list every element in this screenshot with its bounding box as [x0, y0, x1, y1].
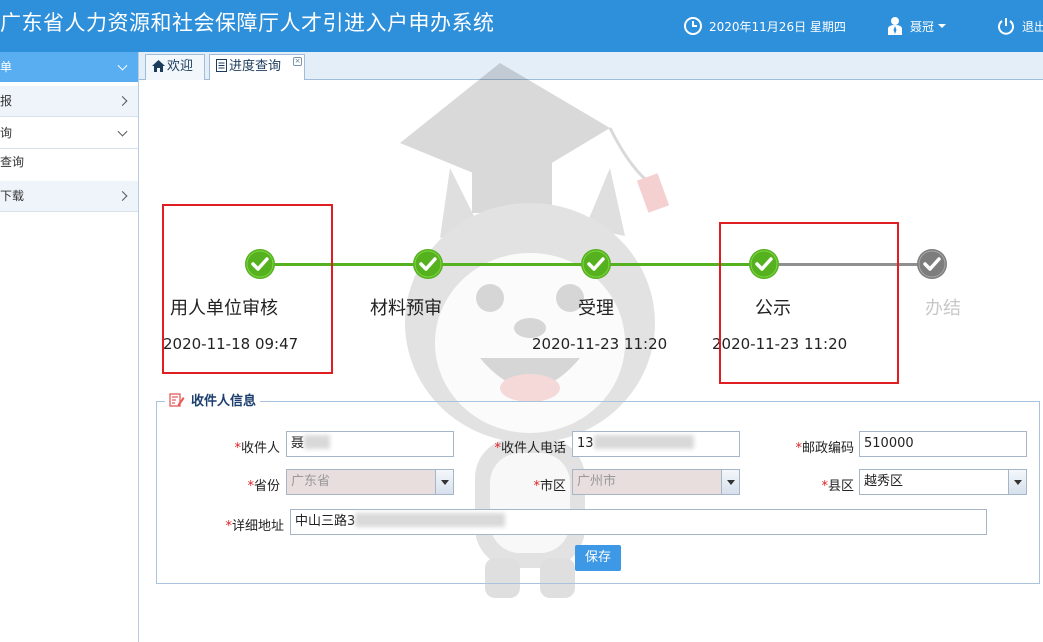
- step-label: 办结: [925, 298, 961, 319]
- app-title: 广东省人力资源和社会保障厅人才引进入户申办系统: [0, 11, 495, 35]
- datetime-text: 2020年11月26日 星期四: [709, 19, 846, 34]
- chevron-right-icon: [117, 96, 128, 106]
- highlight-box: [719, 222, 899, 384]
- chevron-down-icon: [117, 60, 128, 71]
- district-label: *县区: [821, 479, 854, 494]
- city-select[interactable]: 广州市: [572, 469, 740, 495]
- step-label: 受理: [578, 298, 614, 319]
- home-icon: [152, 60, 165, 72]
- highlight-box: [162, 204, 333, 374]
- province-select[interactable]: 广东省: [286, 469, 454, 495]
- logout-label: 退出: [1022, 19, 1043, 34]
- province-label: *省份: [247, 479, 280, 494]
- postcode-input[interactable]: 510000: [859, 431, 1027, 457]
- sidebar-item-report[interactable]: 报: [0, 86, 138, 117]
- chevron-down-icon: [117, 126, 128, 137]
- address-label: *详细地址: [225, 519, 284, 534]
- tab-progress-query[interactable]: 进度查询 ×: [209, 54, 305, 81]
- sidebar-item-progress-query[interactable]: 查询: [0, 149, 138, 175]
- power-icon: [998, 18, 1014, 35]
- clock-icon: [684, 17, 702, 35]
- step-time: 2020-11-23 11:20: [532, 335, 668, 353]
- recipient-phone-input[interactable]: 13: [572, 431, 740, 457]
- document-icon: [216, 59, 227, 72]
- sidebar-item-download[interactable]: 下载: [0, 181, 138, 212]
- sidebar-item-label: 报: [0, 94, 13, 108]
- tab-label: 进度查询: [229, 59, 282, 74]
- sidebar-menu-label: 单: [0, 60, 13, 74]
- user-name: 聂冠: [910, 19, 935, 34]
- recipient-phone-label: *收件人电话: [494, 441, 566, 456]
- district-select[interactable]: 越秀区: [859, 469, 1027, 495]
- user-icon: [888, 17, 902, 35]
- step-complete-icon: [581, 249, 611, 279]
- close-icon[interactable]: ×: [293, 57, 302, 66]
- recipient-name-label: *收件人: [234, 441, 280, 456]
- datetime-display: 2020年11月26日 星期四: [683, 0, 846, 52]
- sidebar-item-query[interactable]: 询: [0, 118, 138, 149]
- legend-title: 收件人信息: [191, 394, 257, 409]
- tab-welcome[interactable]: 欢迎: [145, 54, 205, 80]
- dropdown-arrow-icon: [435, 470, 453, 494]
- step-complete-icon: [413, 249, 443, 279]
- edit-form-icon: [169, 392, 185, 407]
- sidebar-item-label: 下载: [0, 189, 25, 203]
- address-input[interactable]: 中山三路3: [290, 509, 987, 535]
- sidebar-item-label: 查询: [0, 155, 25, 169]
- step-pending-icon: [917, 249, 947, 279]
- logout-button[interactable]: 退出: [996, 0, 1043, 52]
- dropdown-arrow-icon: [1008, 470, 1026, 494]
- caret-down-icon: [938, 24, 947, 28]
- sidebar-item-label: 询: [0, 126, 13, 140]
- postcode-label: *邮政编码: [795, 441, 854, 456]
- tab-label: 欢迎: [167, 59, 194, 74]
- dropdown-arrow-icon: [721, 470, 739, 494]
- step-connector: [430, 263, 596, 266]
- sidebar: 单 报 询 查询 下载: [0, 52, 139, 642]
- chevron-right-icon: [117, 191, 128, 201]
- city-label: *市区: [533, 479, 566, 494]
- recipient-info-legend: 收件人信息: [165, 390, 261, 409]
- user-menu[interactable]: 聂冠: [886, 0, 947, 52]
- recipient-name-input[interactable]: 聂: [286, 431, 454, 457]
- tab-bar: 欢迎 进度查询 ×: [139, 52, 1043, 81]
- sidebar-menu-header[interactable]: 单: [0, 52, 138, 82]
- app-header: 广东省人力资源和社会保障厅人才引进入户申办系统 2020年11月26日 星期四 …: [0, 0, 1043, 52]
- step-label: 材料预审: [370, 298, 442, 319]
- save-button[interactable]: 保存: [575, 545, 621, 571]
